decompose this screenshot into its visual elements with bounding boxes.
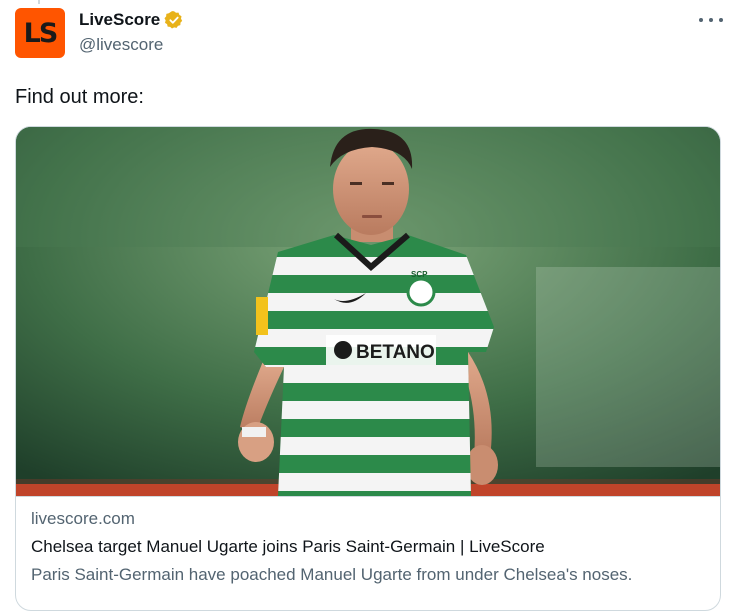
tweet-text: Find out more:: [15, 86, 144, 108]
more-dot: [709, 18, 713, 22]
card-meta[interactable]: livescore.com Chelsea target Manuel Ugar…: [16, 496, 720, 610]
more-horizontal-icon[interactable]: [699, 10, 723, 30]
author-handle[interactable]: @livescore: [79, 35, 163, 55]
card-image[interactable]: BETANO SCP: [16, 127, 720, 496]
sponsor-text: BETANO: [356, 342, 435, 363]
verified-badge-icon: [164, 11, 183, 29]
author-name-row[interactable]: LiveScore: [79, 10, 184, 30]
avatar[interactable]: LS: [15, 8, 65, 58]
more-dot: [699, 18, 703, 22]
card-title[interactable]: Chelsea target Manuel Ugarte joins Paris…: [31, 537, 545, 557]
crest-text: SCP: [411, 270, 428, 279]
more-dot: [719, 18, 723, 22]
player-photo: BETANO SCP: [16, 127, 720, 496]
avatar-text: LS: [23, 17, 59, 49]
link-card[interactable]: BETANO SCP livescore.com Chelsea target …: [15, 126, 721, 611]
card-domain[interactable]: livescore.com: [31, 509, 135, 529]
thread-connector: [38, 0, 40, 4]
tweet: LS LiveScore @livescore Find out more: B…: [0, 0, 741, 616]
card-description[interactable]: Paris Saint-Germain have poached Manuel …: [31, 565, 632, 585]
display-name[interactable]: LiveScore: [79, 10, 160, 30]
